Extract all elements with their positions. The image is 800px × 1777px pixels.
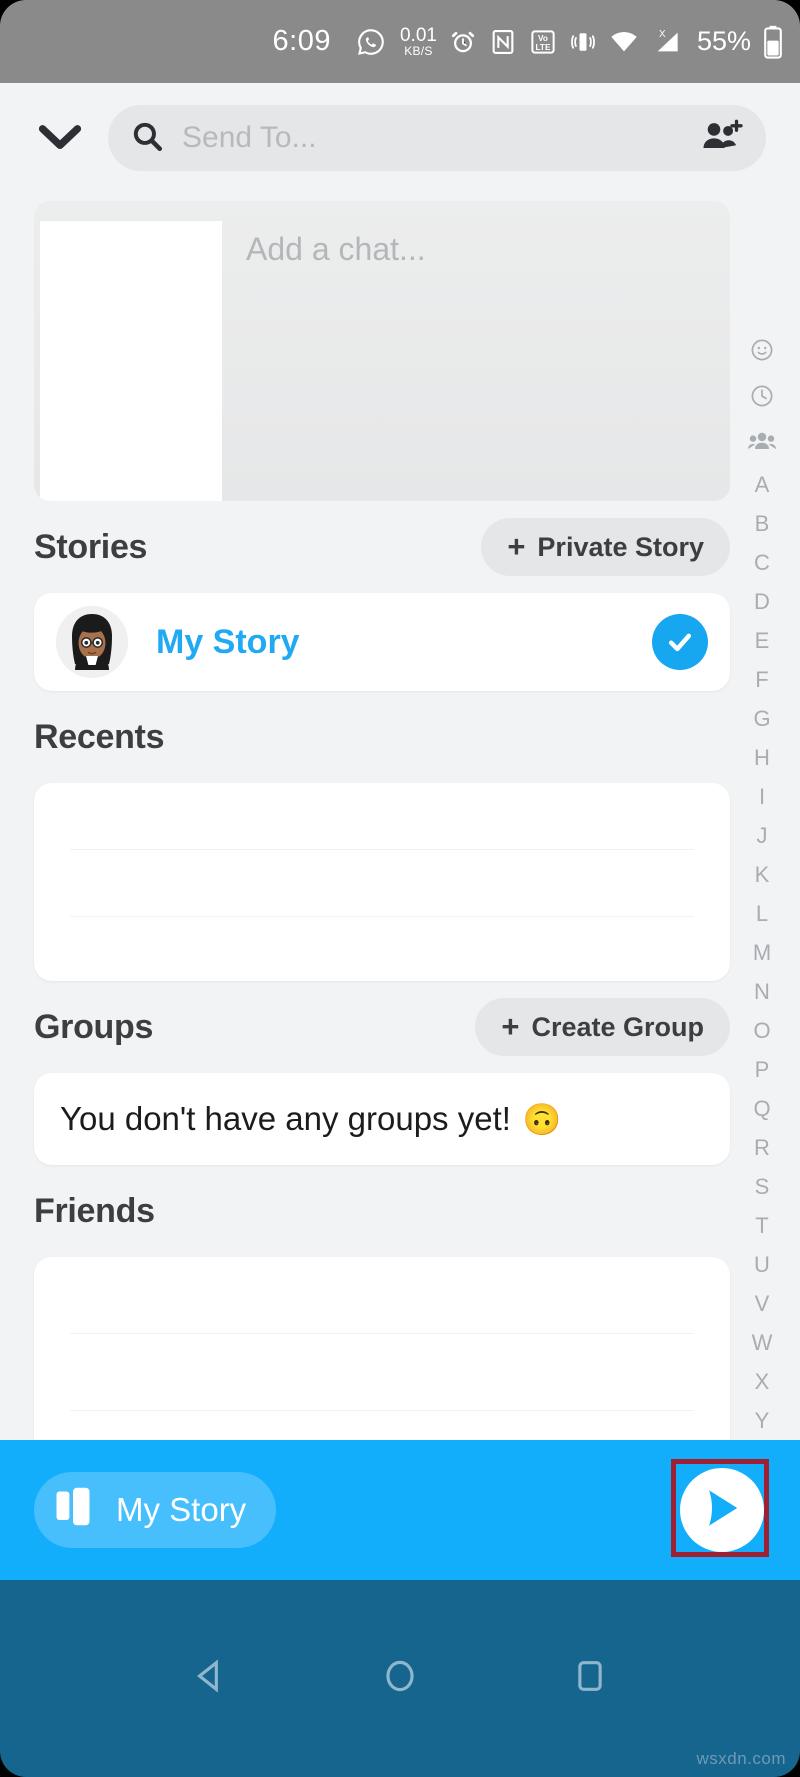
recents-header: Recents bbox=[0, 691, 800, 783]
alpha-letter[interactable]: V bbox=[755, 1293, 770, 1315]
alpha-letter[interactable]: A bbox=[755, 474, 770, 496]
battery-icon bbox=[762, 25, 784, 59]
watermark: wsxdn.com bbox=[696, 1749, 786, 1769]
battery-percent: 55% bbox=[697, 26, 751, 57]
alpha-letter[interactable]: C bbox=[754, 552, 770, 574]
groups-title: Groups bbox=[34, 1008, 153, 1047]
friends-title: Friends bbox=[34, 1192, 155, 1231]
alpha-letter[interactable]: U bbox=[754, 1254, 770, 1276]
stories-title: Stories bbox=[34, 528, 147, 567]
upside-down-face-icon: 🙃 bbox=[523, 1101, 562, 1138]
my-story-chip-label: My Story bbox=[116, 1491, 246, 1529]
phone-screen: 6:09 0.01 KB/S VoLTE X 55% bbox=[0, 0, 800, 1777]
add-friends-icon[interactable] bbox=[702, 119, 744, 158]
svg-text:X: X bbox=[659, 29, 666, 40]
smiley-icon[interactable] bbox=[750, 338, 774, 367]
alpha-letter[interactable]: S bbox=[755, 1176, 770, 1198]
alpha-letter[interactable]: Q bbox=[753, 1098, 770, 1120]
alpha-letter[interactable]: F bbox=[755, 669, 768, 691]
whatsapp-icon bbox=[356, 27, 386, 57]
alpha-letter[interactable]: M bbox=[753, 942, 771, 964]
nfc-icon bbox=[489, 28, 517, 56]
alpha-letter[interactable]: L bbox=[756, 903, 768, 925]
alpha-letter[interactable]: H bbox=[754, 747, 770, 769]
check-icon[interactable] bbox=[652, 614, 708, 670]
recents-title: Recents bbox=[34, 718, 164, 757]
chevron-down-icon[interactable] bbox=[30, 123, 90, 153]
search-bar[interactable] bbox=[108, 105, 766, 171]
data-rate-value: 0.01 bbox=[400, 26, 437, 45]
send-action-bar: My Story bbox=[0, 1440, 800, 1580]
alpha-letter[interactable]: O bbox=[753, 1020, 770, 1042]
wifi-icon bbox=[608, 26, 640, 58]
groups-empty-card: You don't have any groups yet! 🙃 bbox=[34, 1073, 730, 1165]
alpha-letter[interactable]: J bbox=[757, 825, 768, 847]
add-a-chat-placeholder: Add a chat... bbox=[222, 201, 426, 501]
create-group-label: Create Group bbox=[531, 1012, 704, 1043]
my-story-chip[interactable]: My Story bbox=[34, 1472, 276, 1548]
svg-text:Vo: Vo bbox=[538, 33, 548, 42]
plus-icon: + bbox=[501, 1009, 519, 1045]
alpha-letter[interactable]: I bbox=[759, 786, 765, 808]
clock-icon[interactable] bbox=[750, 384, 774, 413]
send-button-wrapper bbox=[678, 1466, 766, 1554]
recents-list bbox=[34, 783, 730, 981]
private-story-button[interactable]: + Private Story bbox=[481, 518, 730, 576]
volte-icon: VoLTE bbox=[528, 27, 558, 57]
group-icon[interactable] bbox=[748, 430, 776, 457]
back-triangle-icon[interactable] bbox=[191, 1657, 229, 1700]
search-icon bbox=[130, 119, 164, 158]
alpha-letter[interactable]: T bbox=[755, 1215, 768, 1237]
signal-no-sim-icon: X bbox=[651, 26, 683, 58]
alpha-letter[interactable]: D bbox=[754, 591, 770, 613]
android-nav-bar: wsxdn.com bbox=[0, 1580, 800, 1777]
home-circle-icon[interactable] bbox=[381, 1657, 419, 1700]
send-button-highlight bbox=[671, 1459, 769, 1557]
alphabet-index[interactable]: A B C D E F G H I J K L M N O P Q R S T … bbox=[734, 338, 790, 1521]
alpha-letter[interactable]: E bbox=[755, 630, 770, 652]
svg-text:LTE: LTE bbox=[535, 43, 550, 52]
snap-preview-thumbnail bbox=[40, 221, 222, 501]
groups-header: Groups + Create Group bbox=[0, 981, 800, 1073]
stories-header: Stories + Private Story bbox=[0, 501, 800, 593]
list-divider bbox=[70, 916, 694, 917]
alpha-letter[interactable]: B bbox=[755, 513, 770, 535]
story-label: My Story bbox=[156, 623, 300, 662]
alpha-letter[interactable]: R bbox=[754, 1137, 770, 1159]
add-a-chat-card[interactable]: Add a chat... bbox=[34, 201, 730, 501]
status-bar: 6:09 0.01 KB/S VoLTE X 55% bbox=[0, 0, 800, 83]
alpha-letter[interactable]: K bbox=[755, 864, 770, 886]
alpha-letter[interactable]: X bbox=[755, 1371, 770, 1393]
search-row bbox=[0, 83, 800, 193]
create-group-button[interactable]: + Create Group bbox=[475, 998, 730, 1056]
plus-icon: + bbox=[507, 529, 525, 565]
story-row-my-story[interactable]: My Story bbox=[34, 593, 730, 691]
groups-empty-text: You don't have any groups yet! bbox=[60, 1100, 511, 1138]
status-time: 6:09 bbox=[273, 25, 331, 58]
search-input[interactable] bbox=[182, 121, 702, 155]
data-rate-indicator: 0.01 KB/S bbox=[400, 26, 437, 57]
story-cards-icon bbox=[56, 1487, 96, 1534]
list-divider bbox=[70, 1410, 694, 1411]
recents-square-icon[interactable] bbox=[571, 1657, 609, 1700]
alarm-clock-icon bbox=[448, 27, 478, 57]
friends-header: Friends bbox=[0, 1165, 800, 1257]
alpha-letter[interactable]: G bbox=[753, 708, 770, 730]
alpha-letter[interactable]: W bbox=[752, 1332, 773, 1354]
bitmoji-avatar bbox=[56, 606, 128, 678]
alpha-letter[interactable]: P bbox=[755, 1059, 770, 1081]
send-to-screen: Add a chat... Stories + Private Story bbox=[0, 83, 800, 1521]
private-story-label: Private Story bbox=[537, 532, 704, 563]
alpha-letter[interactable]: N bbox=[754, 981, 770, 1003]
vibrate-icon bbox=[569, 28, 597, 56]
data-rate-unit: KB/S bbox=[404, 45, 433, 57]
alpha-letter[interactable]: Y bbox=[755, 1410, 770, 1432]
stories-list: My Story bbox=[34, 593, 730, 691]
